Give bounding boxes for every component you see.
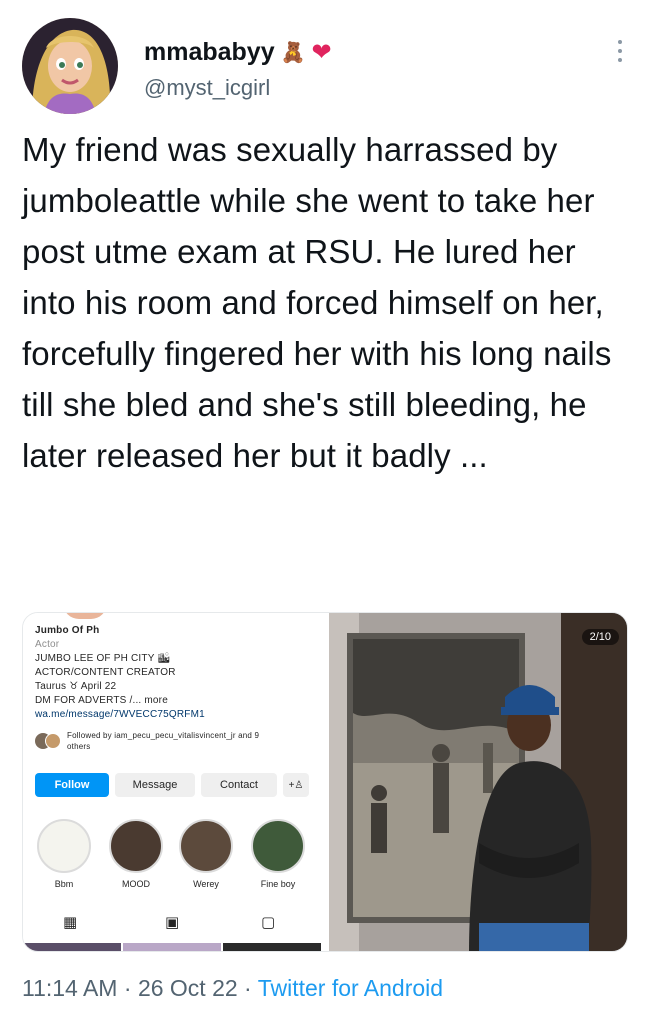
tweet-time[interactable]: 11:14 AM [22, 975, 117, 1001]
ig-follow-button: Follow [35, 773, 109, 797]
tweet-source-link[interactable]: Twitter for Android [258, 975, 443, 1001]
tweet-header: mmababyy 🧸 ❤ @myst_icgirl [22, 18, 632, 114]
ig-bio-line: Taurus ♉ April 22 [35, 681, 117, 692]
ig-highlight-label: Werey [193, 879, 219, 889]
ig-profile-name: Jumbo Of Ph [35, 625, 100, 636]
ig-highlight-cover [179, 819, 233, 873]
ig-highlight-cover [109, 819, 163, 873]
reels-icon: ▣ [165, 914, 180, 931]
ig-contact-button: Contact [201, 773, 277, 797]
ig-bio-line: JUMBO LEE OF PH CITY 🏙 [35, 653, 171, 664]
follower-avatar [45, 733, 61, 749]
display-name-row[interactable]: mmababyy 🧸 ❤ [144, 38, 332, 67]
photo-content [329, 613, 627, 951]
separator: · [237, 975, 258, 1001]
ig-bio-line: DM FOR ADVERTS /... more [35, 695, 168, 706]
tweet-footer: 11:14 AM · 26 Oct 22 · Twitter for Andro… [22, 975, 443, 1002]
tweet-text: My friend was sexually harrassed by jumb… [22, 131, 612, 474]
heart-icon: ❤ [311, 38, 332, 66]
ig-tabs: ▦ ▣ ▢ [23, 905, 321, 939]
profile-picture-edge [63, 613, 107, 619]
ig-followed-by-more: others [67, 742, 91, 751]
tweet-media[interactable]: Jumbo Of Ph Actor JUMBO LEE OF PH CITY 🏙… [22, 612, 628, 952]
avatar-image [22, 18, 118, 114]
user-handle[interactable]: @myst_icgirl [144, 75, 332, 101]
ig-highlight-label: Fine boy [260, 879, 296, 889]
teddy-bear-icon: 🧸 [280, 41, 306, 64]
ig-highlight-cover [37, 819, 91, 873]
tweet-date[interactable]: 26 Oct 22 [138, 975, 238, 1001]
media-image-photo[interactable]: 2/10 [329, 613, 627, 951]
separator: · [117, 975, 138, 1001]
ig-message-button: Message [115, 773, 195, 797]
ig-add-user-icon: +♙ [283, 773, 309, 797]
ig-bio-link: wa.me/message/7WVECC75QRFM1 [35, 709, 205, 720]
ig-highlight-label: MOOD [122, 879, 150, 889]
ig-followed-by: Followed by iam_pecu_pecu_vitalisvincent… [67, 731, 260, 740]
tagged-icon: ▢ [261, 914, 276, 931]
more-options-icon[interactable] [616, 40, 624, 62]
display-name[interactable]: mmababyy [144, 38, 275, 67]
ig-highlight-label: Bbm [54, 879, 74, 889]
media-counter: 2/10 [581, 629, 619, 645]
ig-highlight-cover [251, 819, 305, 873]
ig-bio-line: ACTOR/CONTENT CREATOR [35, 667, 176, 678]
ig-post-thumbnails [23, 943, 321, 951]
media-image-instagram-profile[interactable]: Jumbo Of Ph Actor JUMBO LEE OF PH CITY 🏙… [23, 613, 321, 951]
ig-category: Actor [35, 639, 60, 650]
grid-icon: ▦ [63, 914, 78, 931]
avatar[interactable] [22, 18, 118, 114]
